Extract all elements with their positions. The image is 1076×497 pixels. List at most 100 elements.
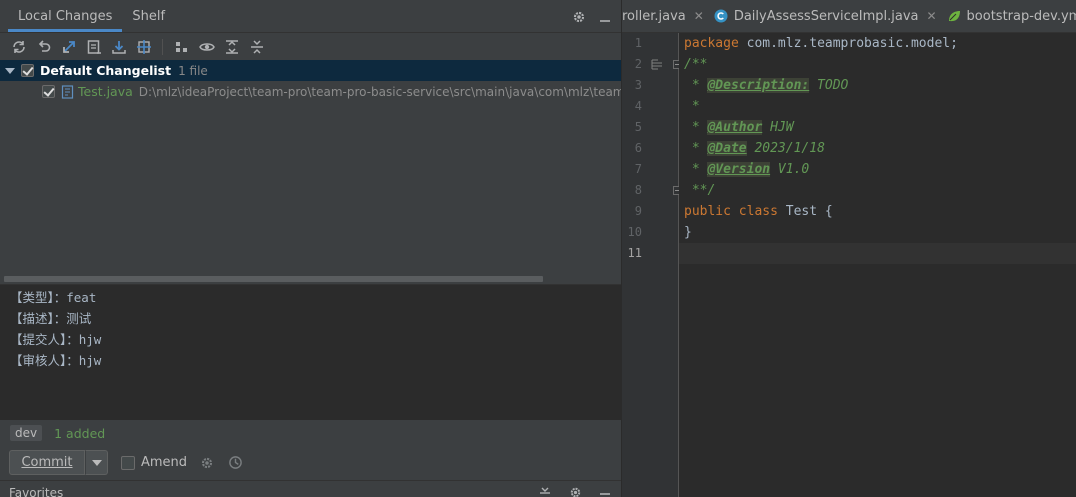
doc-text: * xyxy=(684,162,708,177)
history-icon[interactable] xyxy=(227,455,243,471)
collapse-all-icon[interactable] xyxy=(537,484,553,497)
editor-tab-label: roller.java xyxy=(622,8,686,24)
gear-icon[interactable] xyxy=(199,455,215,471)
code-line: * @Version V1.0 xyxy=(684,159,809,180)
minimize-icon[interactable] xyxy=(597,484,613,497)
line-number: 7 xyxy=(634,162,642,176)
refresh-icon[interactable] xyxy=(10,38,27,55)
file-checkbox[interactable] xyxy=(42,85,55,98)
line-number-current: 11 xyxy=(627,246,642,260)
doc-text: * xyxy=(684,141,708,156)
javadoc-render-icon[interactable] xyxy=(651,58,663,70)
changes-tree: Default Changelist 1 file Test.java D:\m… xyxy=(0,60,621,275)
code-editor[interactable]: package com.mlz.teamprobasic.model; /** … xyxy=(679,33,1076,497)
line-number: 1 xyxy=(634,36,642,50)
doc-text: HJW xyxy=(762,120,794,135)
tab-local-changes[interactable]: Local Changes xyxy=(8,0,123,32)
shelve-icon[interactable] xyxy=(135,38,152,55)
changes-tool-window: Local Changes Shelf Default Changelist 1… xyxy=(0,0,621,497)
tool-window-tabs: Local Changes Shelf xyxy=(0,0,621,33)
line-number-gutter: 1 2 3 4 5 6 7 8 9 10 11 xyxy=(622,33,682,497)
amend-checkbox-box[interactable] xyxy=(121,455,135,470)
line-number: 5 xyxy=(634,120,642,134)
commit-button[interactable]: Commit xyxy=(9,450,85,475)
horizontal-scrollbar[interactable] xyxy=(0,275,621,283)
changelist-icon[interactable] xyxy=(85,38,102,55)
line-number: 4 xyxy=(634,99,642,113)
favorites-panel-header: Favorites xyxy=(0,480,621,497)
code-line: package com.mlz.teamprobasic.model; xyxy=(684,33,958,54)
code-line: * xyxy=(684,99,700,114)
tab-shelf[interactable]: Shelf xyxy=(122,0,175,32)
amend-label: Amend xyxy=(141,455,188,470)
favorites-actions xyxy=(537,484,613,497)
doc-text: TODO xyxy=(809,78,849,93)
commit-actions: Commit Amend xyxy=(9,450,243,475)
code-line: public class Test { xyxy=(684,201,833,222)
commit-message-line: 【提交人】：hjw xyxy=(10,332,102,347)
changes-toolbar xyxy=(0,33,621,60)
changes-summary: 1 added xyxy=(54,425,106,441)
line-number: 6 xyxy=(634,141,642,155)
commit-options-dropdown[interactable] xyxy=(85,450,108,475)
gear-icon[interactable] xyxy=(571,9,587,25)
doc-tag: @Description: xyxy=(707,78,810,93)
tool-window-actions xyxy=(571,0,613,33)
gear-icon[interactable] xyxy=(567,484,583,497)
keyword: public xyxy=(684,204,731,219)
file-name: Test.java xyxy=(78,84,133,99)
commit-message-line: 【审核人】：hjw xyxy=(10,353,102,368)
changelist-checkbox[interactable] xyxy=(21,64,34,77)
java-class-icon xyxy=(714,9,728,23)
branch-badge[interactable]: dev xyxy=(10,425,43,441)
rollback-icon[interactable] xyxy=(35,38,52,55)
line-number: 3 xyxy=(634,78,642,92)
collapse-all-icon[interactable] xyxy=(248,38,265,55)
doc-text: 2023/1/18 xyxy=(746,141,825,156)
code-line: * @Date 2023/1/18 xyxy=(684,138,825,159)
commit-message-line: 【描述】：测试 xyxy=(10,311,92,326)
close-icon[interactable]: ✕ xyxy=(926,9,936,23)
diff-icon[interactable] xyxy=(60,38,77,55)
favorites-title[interactable]: Favorites xyxy=(9,486,63,497)
java-file-icon xyxy=(61,84,74,99)
keyword: class xyxy=(738,204,778,219)
changed-file-row[interactable]: Test.java D:\mlz\ideaProject\team-pro\te… xyxy=(0,81,621,102)
doc-text: V1.0 xyxy=(770,162,810,177)
editor-tab-label: bootstrap-dev.yml xyxy=(966,8,1076,24)
keyword: package xyxy=(684,36,739,51)
toolbar-separator xyxy=(162,38,163,55)
commit-message-line: 【类型】：feat xyxy=(10,290,97,305)
doc-text: * xyxy=(684,78,708,93)
scrollbar-thumb[interactable] xyxy=(4,276,543,282)
line-number: 10 xyxy=(627,225,642,239)
editor-tab-bar: roller.java ✕ DailyAssessServiceImpl.jav… xyxy=(622,0,1076,33)
minimize-icon[interactable] xyxy=(597,9,613,25)
doc-tag: @Version xyxy=(707,162,771,177)
changelist-row[interactable]: Default Changelist 1 file xyxy=(0,60,621,81)
code-line: /** xyxy=(684,57,708,72)
close-icon[interactable]: ✕ xyxy=(694,9,704,23)
doc-tag: @Date xyxy=(707,141,747,156)
doc-tag: @Author xyxy=(707,120,763,135)
amend-checkbox[interactable]: Amend xyxy=(121,455,187,470)
editor-tab-bootstrap[interactable]: bootstrap-dev.yml ✕ xyxy=(942,0,1076,32)
changelist-count: 1 file xyxy=(178,63,208,78)
code-line: } xyxy=(684,225,692,240)
file-path: D:\mlz\ideaProject\team-pro\team-pro-bas… xyxy=(138,84,621,99)
code-text: Test { xyxy=(777,204,833,219)
code-line: **/ xyxy=(684,183,716,198)
chevron-down-icon[interactable] xyxy=(5,67,15,74)
commit-message-input[interactable]: 【类型】：feat 【描述】：测试 【提交人】：hjw 【审核人】：hjw xyxy=(0,285,621,420)
line-number: 8 xyxy=(634,183,642,197)
update-icon[interactable] xyxy=(110,38,127,55)
editor-tab-daily-assess[interactable]: DailyAssessServiceImpl.java ✕ xyxy=(709,0,942,32)
expand-all-icon[interactable] xyxy=(223,38,240,55)
editor-tab-label: DailyAssessServiceImpl.java xyxy=(733,8,919,24)
branch-status-row: dev 1 added xyxy=(10,423,105,443)
commit-button-label: Commit xyxy=(21,455,73,470)
preview-icon[interactable] xyxy=(198,38,215,55)
chevron-down-icon xyxy=(91,459,102,466)
group-by-icon[interactable] xyxy=(173,38,190,55)
editor-tab-controller[interactable]: roller.java ✕ xyxy=(622,0,709,32)
